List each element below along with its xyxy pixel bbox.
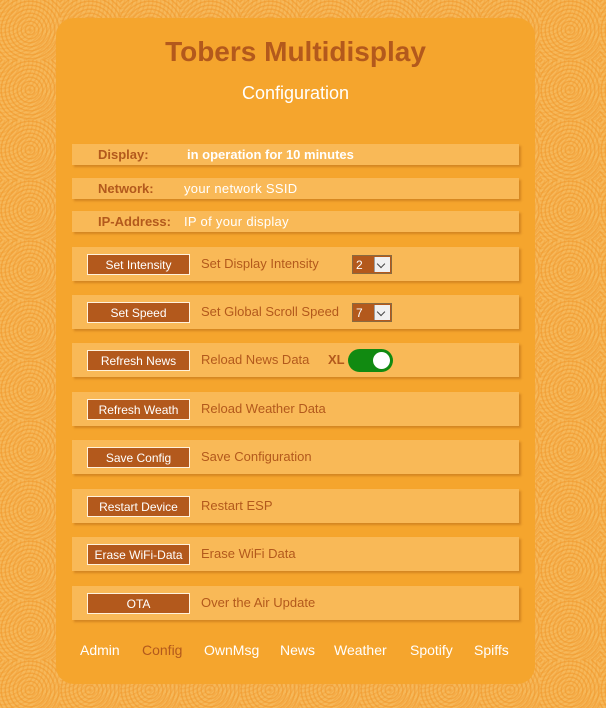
restart-row: Restart Device Restart ESP [72,489,519,523]
speed-description: Set Global Scroll Speed [201,304,340,319]
ip-address-row: IP-Address: IP of your display [72,211,519,232]
chevron-down-icon [374,305,390,320]
page-title: Tobers Multidisplay [165,36,426,67]
nav-link-weather[interactable]: Weather [334,642,387,658]
set-intensity-button[interactable]: Set Intensity [87,254,190,275]
intensity-description: Set Display Intensity [201,256,319,271]
speed-selected-value: 7 [356,306,363,320]
config-panel: Tobers Multidisplay Configuration Displa… [56,18,535,684]
network-ssid-value: your network SSID [184,181,298,196]
nav-link-admin[interactable]: Admin [80,642,120,658]
erase-wifi-description: Erase WiFi Data [201,546,296,561]
erase-wifi-button[interactable]: Erase WiFi-Data [87,544,190,565]
set-speed-button[interactable]: Set Speed [87,302,190,323]
weather-description: Reload Weather Data [201,401,326,416]
save-config-button[interactable]: Save Config [87,447,190,468]
erase-wifi-row: Erase WiFi-Data Erase WiFi Data [72,537,519,571]
speed-select[interactable]: 7 [352,303,392,322]
ip-address-label: IP-Address: [98,214,171,229]
nav-link-news[interactable]: News [280,642,315,658]
ip-address-value: IP of your display [184,214,289,229]
network-label: Network: [98,181,154,196]
save-config-row: Save Config Save Configuration [72,440,519,474]
ota-description: Over the Air Update [201,595,316,610]
news-description: Reload News Data [201,352,310,367]
ota-button[interactable]: OTA [87,593,190,614]
display-label: Display: [98,147,149,162]
restart-device-button[interactable]: Restart Device [87,496,190,517]
intensity-row: Set Intensity Set Display Intensity 2 [72,247,519,281]
weather-row: Refresh Weath Reload Weather Data [72,392,519,426]
refresh-weather-button[interactable]: Refresh Weath [87,399,190,420]
toggle-knob [373,352,390,369]
intensity-select[interactable]: 2 [352,255,392,274]
speed-row: Set Speed Set Global Scroll Speed 7 [72,295,519,329]
restart-description: Restart ESP [201,498,273,513]
nav-link-ownmsg[interactable]: OwnMsg [204,642,259,658]
news-row: Refresh News Reload News Data XL [72,343,519,377]
display-status-value: in operation for 10 minutes [187,147,354,162]
chevron-down-icon [374,257,390,272]
intensity-selected-value: 2 [356,258,363,272]
nav-link-spiffs[interactable]: Spiffs [474,642,509,658]
nav-link-config[interactable]: Config [142,642,182,658]
network-row: Network: your network SSID [72,178,519,199]
xl-label: XL [328,352,345,367]
ota-row: OTA Over the Air Update [72,586,519,620]
page-subtitle: Configuration [241,83,350,103]
bottom-nav: Admin Config OwnMsg News Weather Spotify… [56,642,535,662]
xl-toggle[interactable] [348,349,393,372]
refresh-news-button[interactable]: Refresh News [87,350,190,371]
nav-link-spotify[interactable]: Spotify [410,642,453,658]
display-status-row: Display: in operation for 10 minutes [72,144,519,165]
save-config-description: Save Configuration [201,449,312,464]
